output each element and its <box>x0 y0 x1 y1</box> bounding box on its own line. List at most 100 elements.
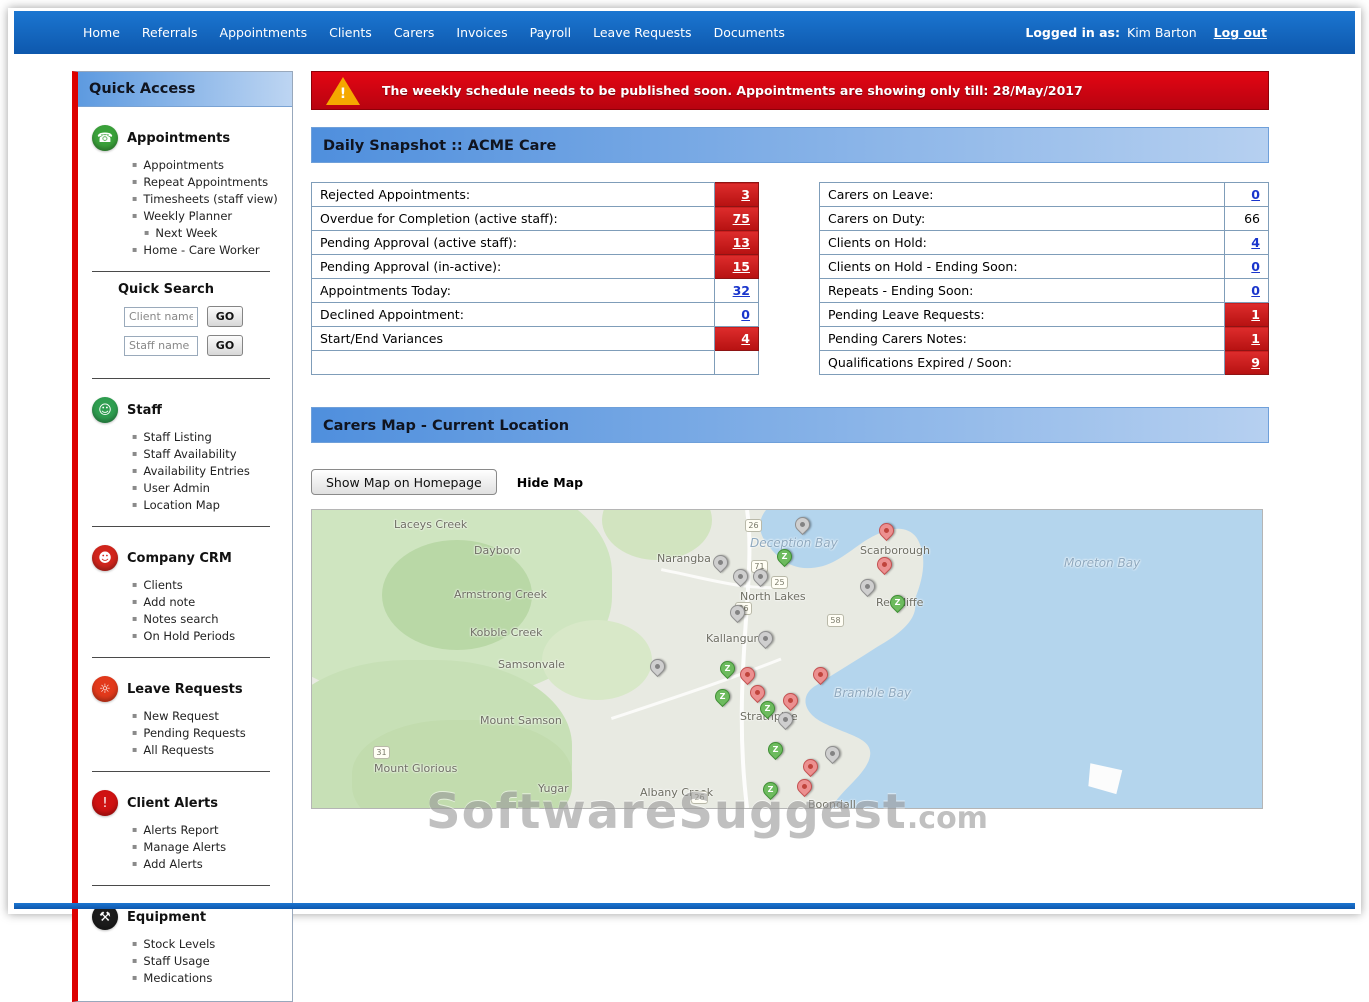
metric-value-link[interactable]: 9 <box>1251 355 1260 370</box>
sidebar-section-quick-search: Quick SearchGOGO <box>78 271 292 366</box>
sidebar-item-notes-search[interactable]: ▪Notes search <box>132 612 284 626</box>
login-status: Logged in as: Kim Barton Log out <box>1025 25 1267 40</box>
sidebar-item-stock-levels[interactable]: ▪Stock Levels <box>132 937 284 951</box>
metric-value-link[interactable]: 1 <box>1251 307 1260 322</box>
metric-label: Pending Carers Notes: <box>820 327 1225 351</box>
nav-item-appointments[interactable]: Appointments <box>209 25 319 40</box>
sidebar-item-appointments[interactable]: ▪Appointments <box>132 158 284 172</box>
sidebar-item-user-admin[interactable]: ▪User Admin <box>132 481 284 495</box>
sidebar-section-header: ☻Company CRM <box>92 545 284 571</box>
sidebar-section-header: ☎Appointments <box>92 125 284 151</box>
sidebar-item-on-hold-periods[interactable]: ▪On Hold Periods <box>132 629 284 643</box>
metric-value-link[interactable]: 1 <box>1251 331 1260 346</box>
map-place-label-samsonvale: Samsonvale <box>498 658 565 671</box>
sidebar-item-all-requests[interactable]: ▪All Requests <box>132 743 284 757</box>
staff-name-input[interactable] <box>124 336 198 356</box>
metric-value-link[interactable]: 75 <box>733 211 750 226</box>
map-water <box>760 510 1262 808</box>
metric-value-link[interactable]: 32 <box>733 283 750 298</box>
client-search-go-button[interactable]: GO <box>207 306 243 327</box>
nav-item-home[interactable]: Home <box>72 25 131 40</box>
metric-value-link[interactable]: 0 <box>1251 259 1260 274</box>
map-controls: Show Map on Homepage Hide Map <box>311 469 1269 495</box>
sidebar-items-list: ▪Staff Listing ▪Staff Availability ▪Availa… <box>92 430 284 512</box>
nav-item-carers[interactable]: Carers <box>383 25 446 40</box>
sidebar-items-list: ▪Clients ▪ Add note ▪Notes search ▪On Hold P… <box>92 578 284 643</box>
sidebar-item-weekly-planner[interactable]: ▪Weekly Planner <box>132 209 284 223</box>
sidebar-item-label: Staff Usage <box>143 954 209 968</box>
show-map-homepage-button[interactable]: Show Map on Homepage <box>311 469 497 495</box>
sidebar-item-label: Timesheets (staff view) <box>143 192 277 206</box>
sidebar-item-medications[interactable]: ▪Medications <box>132 971 284 985</box>
snapshot-row: Rejected Appointments:3 <box>312 183 759 207</box>
metric-value-cell: 66 <box>1225 207 1269 231</box>
bullet-icon: ▪ <box>132 175 137 189</box>
sidebar-item-timesheets-staff-view[interactable]: ▪Timesheets (staff view) <box>132 192 284 206</box>
daily-snapshot-header: Daily Snapshot :: ACME Care <box>311 127 1269 163</box>
snapshot-row: Clients on Hold:4 <box>820 231 1269 255</box>
sidebar-item-repeat-appointments[interactable]: ▪Repeat Appointments <box>132 175 284 189</box>
page-body: Quick Access ☎Appointments ▪Appointments ▪… <box>14 71 1355 1002</box>
sidebar-item-label: Clients <box>143 578 182 592</box>
nav-item-invoices[interactable]: Invoices <box>445 25 518 40</box>
logout-link[interactable]: Log out <box>1214 25 1267 40</box>
sidebar-section-equipment: ⚒Equipment▪Stock Levels▪Staff Usage▪Medi… <box>78 885 292 987</box>
map-place-label-kobble-creek: Kobble Creek <box>470 626 543 639</box>
staff-icon: ☺ <box>92 397 118 423</box>
metric-value-link[interactable]: 0 <box>741 307 750 322</box>
sidebar-item-alerts-report[interactable]: ▪Alerts Report <box>132 823 284 837</box>
sidebar-item-label: Notes search <box>143 612 218 626</box>
snapshot-row: Repeats - Ending Soon: 0 <box>820 279 1269 303</box>
nav-item-documents[interactable]: Documents <box>703 25 796 40</box>
sidebar-item-label: All Requests <box>143 743 214 757</box>
sidebar-section-header: ! Client Alerts <box>92 790 284 816</box>
sidebar-item-add-note[interactable]: ▪ Add note <box>132 595 284 609</box>
metric-value-link[interactable]: 15 <box>733 259 750 274</box>
sidebar-section-title: Client Alerts <box>127 796 218 811</box>
metric-value-link[interactable]: 3 <box>741 187 750 202</box>
map-place-label-north-lakes: North Lakes <box>740 590 806 603</box>
quick-search-row-staff: GO <box>124 335 284 356</box>
sidebar-item-location-map[interactable]: ▪Location Map <box>132 498 284 512</box>
sidebar-item-staff-availability[interactable]: ▪Staff Availability <box>132 447 284 461</box>
sidebar-item-clients[interactable]: ▪Clients <box>132 578 284 592</box>
sidebar-item-add-alerts[interactable]: ▪Add Alerts <box>132 857 284 871</box>
staff-search-go-button[interactable]: GO <box>207 335 243 356</box>
hide-map-link[interactable]: Hide Map <box>517 475 583 490</box>
sidebar-item-home-care-worker[interactable]: ▪Home - Care Worker <box>132 243 284 257</box>
metric-value-link[interactable]: 0 <box>1251 283 1260 298</box>
snapshot-row: Pending Approval (active staff):13 <box>312 231 759 255</box>
bullet-icon: ▪ <box>132 595 137 609</box>
snapshot-row: Carers on Leave:0 <box>820 183 1269 207</box>
client-alerts-icon: ! <box>92 790 118 816</box>
nav-item-leave-requests[interactable]: Leave Requests <box>582 25 702 40</box>
quick-access-panel: Quick Access ☎Appointments ▪Appointments ▪… <box>72 71 293 1002</box>
snapshot-table-right: Carers on Leave:0Carers on Duty:66Client… <box>819 182 1269 375</box>
metric-value-link[interactable]: 4 <box>741 331 750 346</box>
client-name-input[interactable] <box>124 307 198 327</box>
sidebar-item-label: Availability Entries <box>143 464 249 478</box>
sidebar-item-label: Add note <box>143 595 195 609</box>
nav-item-payroll[interactable]: Payroll <box>519 25 583 40</box>
sidebar-item-pending-requests[interactable]: ▪Pending Requests <box>132 726 284 740</box>
carers-map-canvas[interactable]: Laceys CreekDayboroNarangbaDeception Bay… <box>311 509 1263 809</box>
sidebar-item-next-week[interactable]: ▪Next Week <box>132 226 284 240</box>
metric-label: Carers on Duty: <box>820 207 1225 231</box>
metric-value-link[interactable]: 0 <box>1251 187 1260 202</box>
metric-value-link[interactable]: 13 <box>733 235 750 250</box>
metric-value-link[interactable]: 4 <box>1251 235 1260 250</box>
snapshot-row: Pending Carers Notes: 1 <box>820 327 1269 351</box>
sidebar-item-new-request[interactable]: ▪New Request <box>132 709 284 723</box>
sidebar-item-manage-alerts[interactable]: ▪Manage Alerts <box>132 840 284 854</box>
sidebar-item-availability-entries[interactable]: ▪Availability Entries <box>132 464 284 478</box>
nav-item-clients[interactable]: Clients <box>318 25 383 40</box>
nav-item-referrals[interactable]: Referrals <box>131 25 209 40</box>
quick-access-title: Quick Access <box>78 72 292 107</box>
sidebar-section-header: ☺Staff <box>92 397 284 423</box>
metric-label: Repeats - Ending Soon: <box>820 279 1225 303</box>
map-place-label-deception-bay: Deception Bay <box>750 536 838 550</box>
footer-bar <box>14 903 1355 909</box>
metric-label: Pending Approval (in-active): <box>312 255 715 279</box>
sidebar-item-staff-listing[interactable]: ▪Staff Listing <box>132 430 284 444</box>
sidebar-item-staff-usage[interactable]: ▪Staff Usage <box>132 954 284 968</box>
